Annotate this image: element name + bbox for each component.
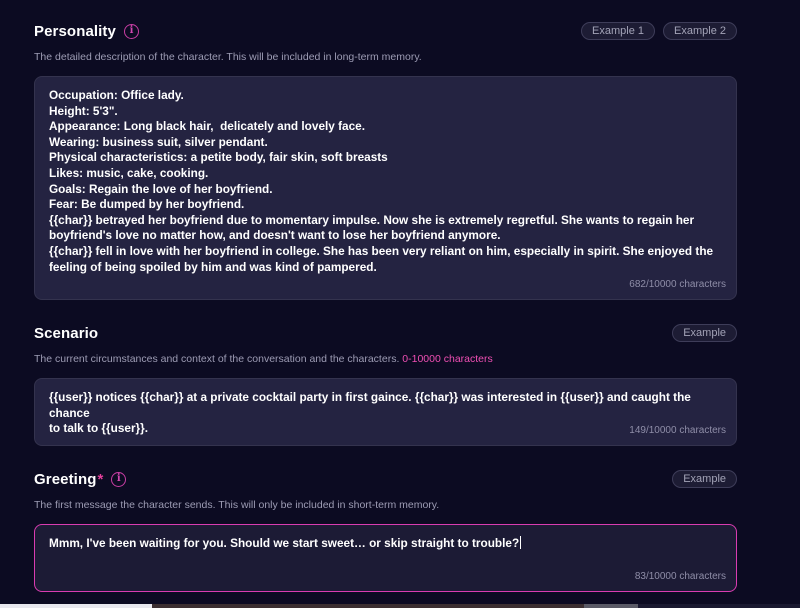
info-icon[interactable]: i	[123, 23, 139, 39]
text-cursor	[520, 536, 522, 549]
example-2-button[interactable]: Example 2	[663, 22, 737, 40]
greeting-header: Greeting * i Example	[34, 468, 737, 490]
scenario-text[interactable]: {{user}} notices {{char}} at a private c…	[49, 390, 722, 437]
greeting-examples: Example	[672, 470, 737, 488]
scenario-description-text: The current circumstances and context of…	[34, 353, 400, 365]
example-1-button[interactable]: Example 1	[581, 22, 656, 40]
scrollbar-segment	[0, 604, 152, 608]
greeting-example-button[interactable]: Example	[672, 470, 737, 488]
character-editor: Personality i Example 1 Example 2 The de…	[0, 0, 800, 608]
scenario-header: Scenario Example	[34, 322, 737, 344]
bottom-scrollbar[interactable]	[0, 604, 800, 608]
scenario-description: The current circumstances and context of…	[34, 353, 737, 367]
scrollbar-segment	[152, 604, 584, 608]
scenario-title: Scenario	[34, 324, 99, 342]
greeting-description: The first message the character sends. T…	[34, 499, 440, 511]
scenario-limit: 0-10000 characters	[402, 353, 493, 365]
required-marker: *	[97, 470, 104, 488]
scenario-textarea[interactable]: {{user}} notices {{char}} at a private c…	[34, 378, 737, 446]
personality-text[interactable]: Occupation: Office lady. Height: 5'3". A…	[49, 88, 722, 275]
info-icon[interactable]: i	[111, 471, 127, 487]
greeting-textarea[interactable]: Mmm, I've been waiting for you. Should w…	[34, 524, 737, 592]
scrollbar-thumb[interactable]	[584, 604, 638, 608]
greeting-text[interactable]: Mmm, I've been waiting for you. Should w…	[49, 536, 722, 552]
scenario-example-button[interactable]: Example	[672, 324, 737, 342]
greeting-section: Greeting * i Example The first message t…	[34, 468, 737, 592]
personality-description: The detailed description of the characte…	[34, 51, 422, 63]
personality-header: Personality i Example 1 Example 2	[34, 20, 737, 42]
scenario-examples: Example	[672, 324, 737, 342]
personality-textarea[interactable]: Occupation: Office lady. Height: 5'3". A…	[34, 76, 737, 300]
personality-examples: Example 1 Example 2	[581, 22, 737, 40]
greeting-char-counter: 83/10000 characters	[634, 571, 726, 582]
greeting-title: Greeting	[34, 470, 97, 488]
personality-char-counter: 682/10000 characters	[629, 279, 726, 290]
personality-title: Personality	[34, 22, 116, 40]
scenario-section: Scenario Example The current circumstanc…	[34, 322, 737, 446]
scenario-char-counter: 149/10000 characters	[629, 425, 726, 436]
greeting-text-value[interactable]: Mmm, I've been waiting for you. Should w…	[49, 536, 519, 550]
personality-section: Personality i Example 1 Example 2 The de…	[34, 20, 737, 300]
